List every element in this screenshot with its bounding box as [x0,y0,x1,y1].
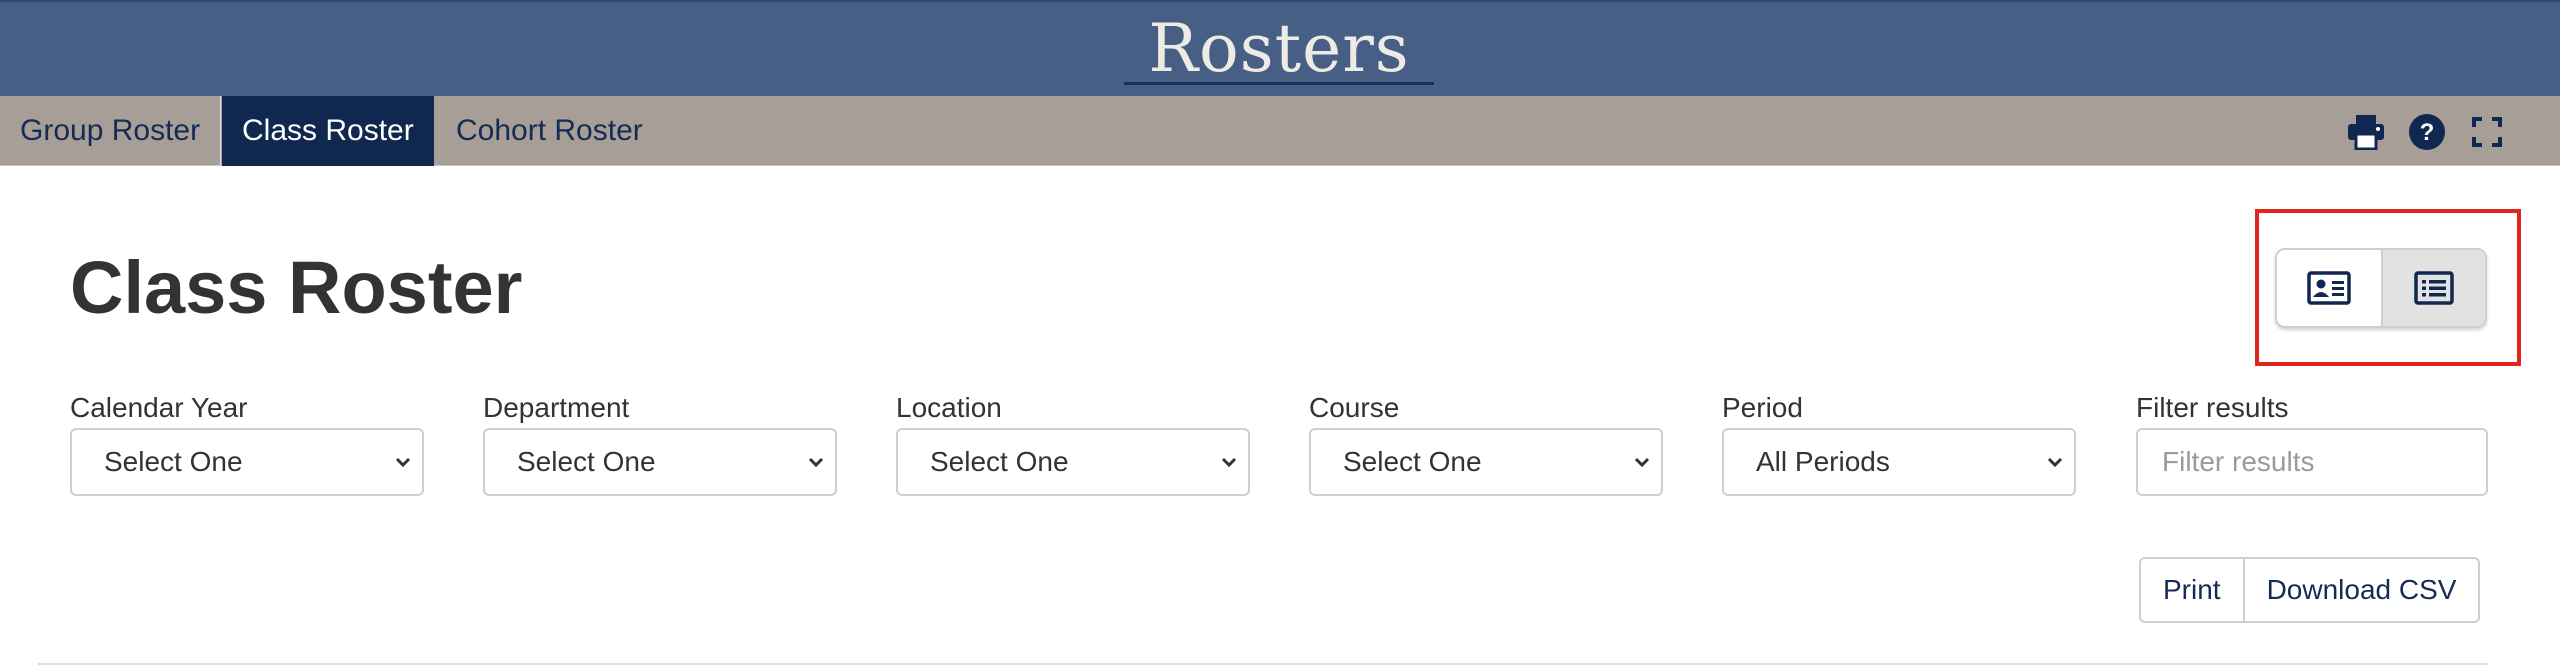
chevron-down-icon [2047,457,2063,468]
course-label: Course [1309,392,1400,423]
period-select[interactable]: All Periods [1722,428,2076,496]
chevron-down-icon [808,457,824,468]
tab-class-roster[interactable]: Class Roster [222,96,434,166]
course-value: Select One [1343,446,1482,477]
location-value: Select One [930,446,1069,477]
chevron-down-icon [1634,457,1650,468]
location-select[interactable]: Select One [896,428,1250,496]
department-select[interactable]: Select One [483,428,837,496]
app-header: Rosters [0,0,2560,96]
print-button[interactable]: Print [2141,559,2243,621]
course-select[interactable]: Select One [1309,428,1663,496]
tab-bar: Group Roster Class Roster Cohort Roster … [0,96,2560,166]
page-title: Class Roster [70,246,523,329]
chevron-down-icon [395,457,411,468]
help-icon[interactable]: ? [2405,110,2449,154]
calendar-year-label: Calendar Year [70,392,248,423]
period-label: Period [1722,392,1803,423]
calendar-year-select[interactable]: Select One [70,428,424,496]
period-value: All Periods [1756,446,1890,477]
tab-cohort-roster[interactable]: Cohort Roster [436,96,663,166]
export-button-group: Print Download CSV [2139,557,2481,623]
location-label: Location [896,392,1002,423]
department-value: Select One [517,446,656,477]
filter-results-label: Filter results [2136,392,2289,423]
print-icon[interactable] [2344,110,2388,154]
calendar-year-value: Select One [104,446,243,477]
download-csv-button[interactable]: Download CSV [2242,559,2479,621]
svg-text:?: ? [2420,119,2435,146]
chevron-down-icon [1221,457,1237,468]
department-label: Department [483,392,630,423]
tab-group-roster[interactable]: Group Roster [0,96,222,166]
filter-results-input[interactable] [2136,428,2488,496]
app-title: Rosters [1148,10,1410,87]
divider [38,663,2488,665]
highlight-annotation [2255,209,2521,366]
title-underline [1124,82,1434,85]
fullscreen-icon[interactable] [2465,110,2509,154]
